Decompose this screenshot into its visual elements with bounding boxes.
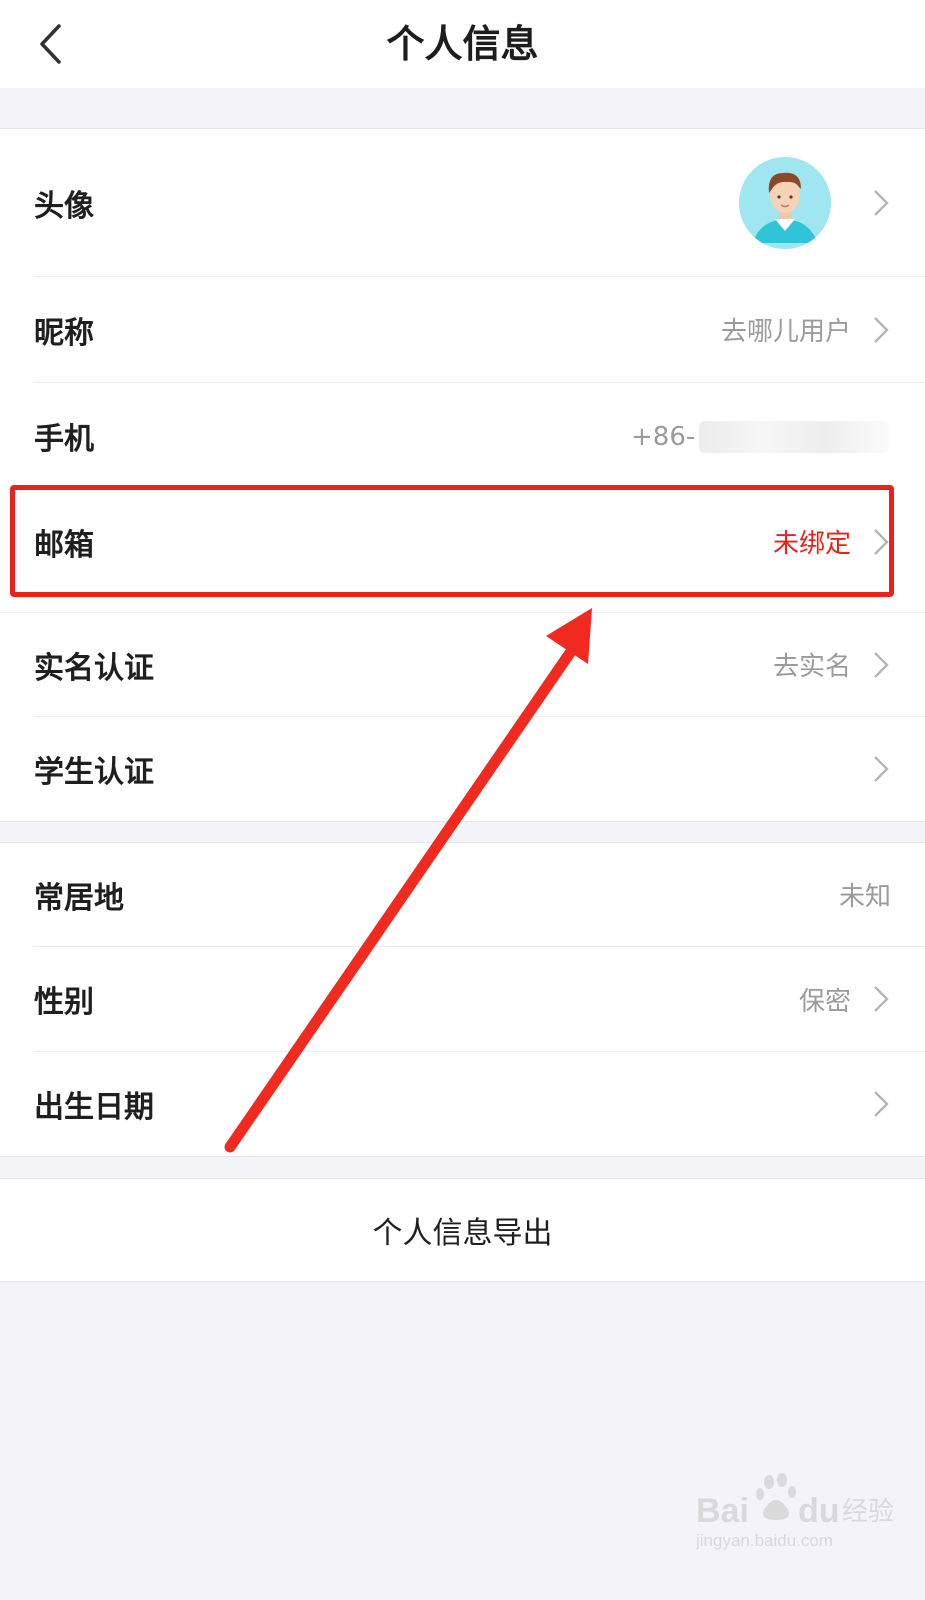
- row-residence[interactable]: 常居地 未知: [0, 843, 925, 946]
- row-label: 头像: [34, 188, 94, 224]
- phone-prefix: +86-: [631, 422, 696, 452]
- personal-details-group: 常居地 未知 性别 保密 出生日期: [0, 842, 925, 1157]
- avatar[interactable]: [739, 157, 831, 249]
- account-info-group: 头像 昵称 去哪儿用户 手机 +86- 邮箱 未绑定 实名认证 去实名 学生认证: [0, 128, 925, 822]
- chevron-right-icon: [874, 189, 889, 216]
- phone-value: +86-: [631, 420, 891, 454]
- chevron-right-icon: [874, 756, 889, 782]
- baidu-logo-icon: Bai du 经验 jingyan.baidu.com: [695, 1473, 894, 1550]
- chevron-right-icon: [874, 1091, 889, 1117]
- row-label: 邮箱: [34, 527, 94, 563]
- chevron-right-icon: [874, 316, 889, 343]
- row-label: 昵称: [34, 315, 94, 351]
- row-birthday[interactable]: 出生日期: [0, 1052, 925, 1156]
- page-title: 个人信息: [386, 22, 539, 66]
- baidu-jingyan-watermark: Bai du 经验 jingyan.baidu.com: [695, 1470, 896, 1570]
- nickname-value: 去哪儿用户: [720, 317, 851, 347]
- row-email[interactable]: 邮箱 未绑定: [0, 489, 925, 594]
- svg-text:du: du: [798, 1492, 840, 1530]
- row-gender[interactable]: 性别 保密: [0, 947, 925, 1051]
- row-real-name-verification[interactable]: 实名认证 去实名: [0, 613, 925, 716]
- export-personal-info-button[interactable]: 个人信息导出: [0, 1178, 925, 1282]
- email-status: 未绑定: [772, 529, 851, 559]
- row-nickname[interactable]: 昵称 去哪儿用户: [0, 277, 925, 382]
- phone-number-redacted: [699, 421, 890, 453]
- row-avatar[interactable]: 头像: [0, 129, 925, 276]
- chevron-right-icon: [874, 986, 889, 1012]
- svg-text:经验: 经验: [842, 1497, 894, 1527]
- residence-value: 未知: [838, 882, 891, 912]
- row-label: 手机: [34, 421, 94, 457]
- row-label: 性别: [34, 985, 94, 1020]
- row-label: 学生认证: [34, 755, 154, 790]
- nav-bar: 个人信息: [0, 0, 925, 88]
- chevron-right-icon: [874, 651, 889, 678]
- user-avatar-icon: [739, 157, 831, 249]
- row-label: 实名认证: [34, 650, 154, 686]
- row-label: 常居地: [34, 880, 124, 916]
- row-student-verification[interactable]: 学生认证: [0, 717, 925, 821]
- gender-value: 保密: [798, 986, 851, 1017]
- svg-text:jingyan.baidu.com: jingyan.baidu.com: [696, 1531, 833, 1550]
- chevron-right-icon: [874, 528, 889, 555]
- row-label: 出生日期: [34, 1090, 154, 1125]
- real-name-value: 去实名: [772, 652, 851, 682]
- svg-text:Bai: Bai: [696, 1492, 749, 1530]
- row-phone[interactable]: 手机 +86-: [0, 383, 925, 488]
